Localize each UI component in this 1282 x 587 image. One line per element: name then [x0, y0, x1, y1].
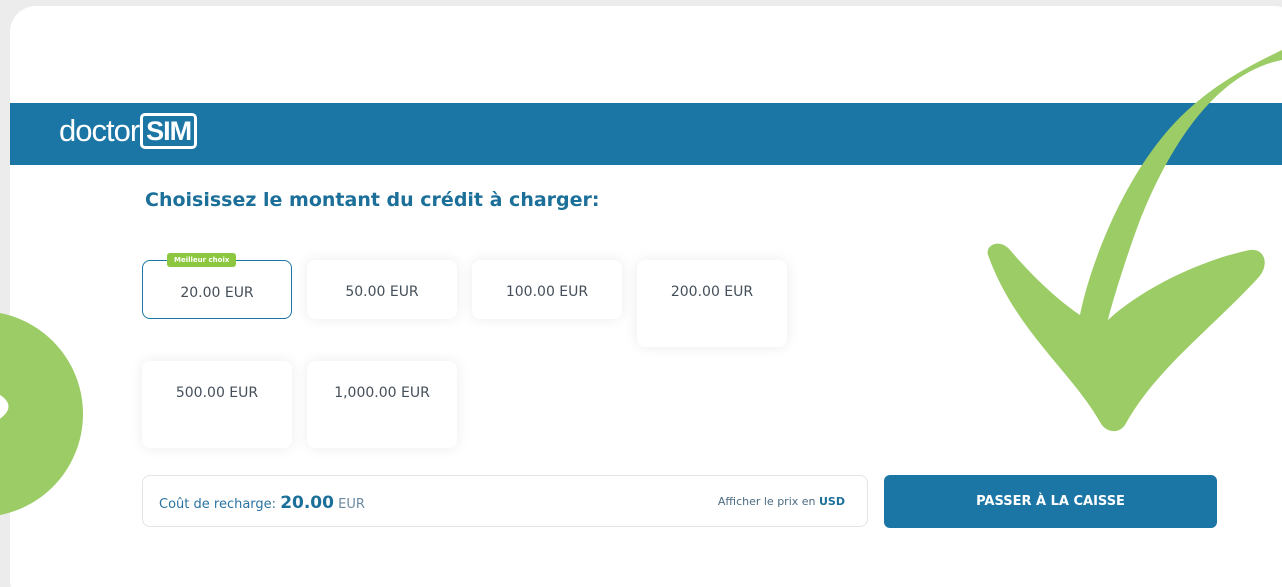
green-circle-decoration	[0, 312, 83, 516]
amount-label: 20.00 EUR	[180, 285, 254, 301]
recharge-cost-currency: EUR	[338, 497, 365, 512]
best-choice-badge: Meilleur choix	[167, 253, 237, 267]
recharge-cost-value: 20.00	[280, 493, 334, 513]
recharge-cost-box: Coût de recharge: 20.00 EUR Afficher le …	[142, 475, 868, 527]
logo-boxed-text: SIM	[140, 113, 198, 149]
doctorsim-logo[interactable]: doctor SIM	[59, 111, 198, 151]
amount-option-200[interactable]: 200.00 EUR	[637, 260, 787, 347]
amount-label: 50.00 EUR	[345, 284, 419, 300]
logo-text: doctor	[59, 113, 140, 148]
recharge-cost-label: Coût de recharge:	[159, 497, 277, 512]
amount-option-20[interactable]: Meilleur choix 20.00 EUR	[142, 253, 292, 319]
checkout-button[interactable]: PASSER À LA CAISSE	[884, 475, 1217, 528]
amount-label: 1,000.00 EUR	[334, 385, 430, 401]
recharge-cost: Coût de recharge: 20.00 EUR	[159, 493, 365, 513]
amount-label: 100.00 EUR	[505, 284, 589, 300]
amount-option-1000[interactable]: 1,000.00 EUR	[307, 361, 457, 448]
amount-option-100[interactable]: 100.00 EUR	[472, 260, 622, 319]
page-title: Choisissez le montant du crédit à charge…	[145, 189, 600, 211]
amount-label: 200.00 EUR	[670, 284, 754, 300]
checkmark-icon	[987, 50, 1282, 432]
amount-option-50[interactable]: 50.00 EUR	[307, 260, 457, 319]
amount-option-500[interactable]: 500.00 EUR	[142, 361, 292, 448]
show-price-in-usd-link[interactable]: Afficher le prix en USD	[718, 495, 845, 508]
amount-label: 500.00 EUR	[175, 385, 259, 401]
price-link-currency: USD	[819, 495, 845, 508]
price-link-prefix: Afficher le prix en	[717, 495, 816, 508]
